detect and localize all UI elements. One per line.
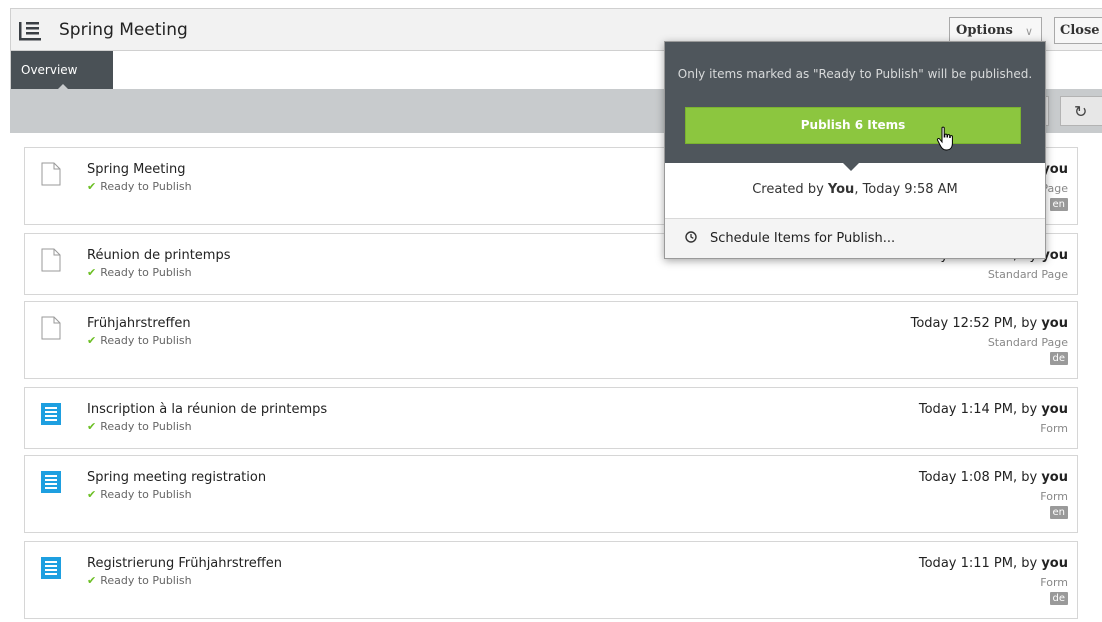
- checkmark-icon: ✔: [87, 266, 97, 279]
- item-modified-user: you: [1041, 316, 1068, 331]
- item-modified-time: Today 1:14 PM, by: [918, 402, 1042, 417]
- hand-pointer-cursor: [936, 126, 953, 151]
- popover-arrow: [843, 163, 859, 171]
- form-icon: [41, 471, 61, 493]
- item-status: ✔ Ready to Publish: [87, 334, 192, 347]
- list-item[interactable]: Registrierung Frühjahrstreffen ✔ Ready to …: [24, 541, 1078, 619]
- item-name: Spring meeting registration: [87, 470, 267, 485]
- page-title: Spring Meeting: [59, 20, 188, 40]
- item-name: Registrierung Frühjahrstreffen: [87, 556, 282, 571]
- form-icon: [41, 557, 61, 579]
- close-button[interactable]: Close: [1054, 17, 1102, 44]
- item-type: Standard Page: [987, 268, 1068, 281]
- item-modified: Today 1:11 PM, by you: [919, 556, 1068, 571]
- item-modified: Today 12:52 PM, by you: [911, 316, 1068, 331]
- item-status-label: Ready to Publish: [100, 420, 192, 433]
- created-by-text: Created by You, Today 9:58 AM: [665, 182, 1045, 197]
- list-item[interactable]: Inscription à la réunion de printemps ✔ Re…: [24, 387, 1078, 449]
- item-status: ✔ Ready to Publish: [87, 180, 192, 193]
- publish-popover: Only items marked as "Ready to Publish" …: [664, 41, 1046, 259]
- item-type: Form: [1040, 422, 1068, 435]
- item-status-label: Ready to Publish: [100, 488, 192, 501]
- page-icon: [41, 162, 61, 186]
- tab-overview[interactable]: Overview: [11, 51, 113, 90]
- created-user: You: [827, 182, 855, 197]
- item-status-label: Ready to Publish: [100, 334, 192, 347]
- page-icon: [41, 316, 61, 340]
- item-status: ✔ Ready to Publish: [87, 266, 192, 279]
- checkmark-icon: ✔: [87, 574, 97, 587]
- item-name: Spring Meeting: [87, 162, 186, 177]
- refresh-button[interactable]: ↻: [1060, 96, 1102, 126]
- language-badge: en: [1049, 198, 1068, 211]
- item-type: Form: [1040, 576, 1068, 589]
- checkmark-icon: ✔: [87, 488, 97, 501]
- tab-overview-label: Overview: [21, 63, 78, 77]
- item-status-label: Ready to Publish: [100, 266, 192, 279]
- created-suffix: , Today 9:58 AM: [854, 182, 958, 197]
- item-status: ✔ Ready to Publish: [87, 574, 192, 587]
- options-button-label: Options: [956, 23, 1013, 38]
- checkmark-icon: ✔: [87, 180, 97, 193]
- item-name: Inscription à la réunion de printemps: [87, 402, 328, 417]
- item-modified: Today 1:08 PM, by you: [919, 470, 1068, 485]
- refresh-icon: ↻: [1074, 102, 1088, 121]
- created-prefix: Created by: [752, 182, 828, 197]
- item-name: Réunion de printemps: [87, 248, 231, 263]
- list-item[interactable]: Frühjahrstreffen ✔ Ready to Publish Today 1…: [24, 301, 1078, 379]
- item-modified-user: you: [1041, 556, 1068, 571]
- item-modified-time: Today 1:08 PM, by: [918, 470, 1042, 485]
- checkmark-icon: ✔: [87, 420, 97, 433]
- options-button[interactable]: Options ∨: [949, 17, 1042, 44]
- clock-icon: [685, 231, 697, 243]
- publish-popover-header: Only items marked as "Ready to Publish" …: [665, 42, 1045, 163]
- project-list-icon: [19, 22, 41, 41]
- item-status-label: Ready to Publish: [100, 574, 192, 587]
- publish-info-message: Only items marked as "Ready to Publish" …: [677, 67, 1033, 81]
- item-modified: Today 1:14 PM, by you: [919, 402, 1068, 417]
- checkmark-icon: ✔: [87, 334, 97, 347]
- form-icon: [41, 403, 61, 425]
- item-name: Frühjahrstreffen: [87, 316, 191, 331]
- schedule-items-menu-item[interactable]: Schedule Items for Publish...: [665, 219, 1045, 258]
- item-modified-user: you: [1041, 402, 1068, 417]
- item-status: ✔ Ready to Publish: [87, 420, 192, 433]
- language-badge: en: [1049, 506, 1068, 519]
- item-modified-time: Today 12:52 PM, by: [910, 316, 1042, 331]
- item-type: Standard Page: [987, 336, 1068, 349]
- item-status: ✔ Ready to Publish: [87, 488, 192, 501]
- language-badge: de: [1049, 592, 1068, 605]
- publish-items-button[interactable]: Publish 6 Items: [685, 107, 1021, 144]
- item-status-label: Ready to Publish: [100, 180, 192, 193]
- list-item[interactable]: Spring meeting registration ✔ Ready to Pub…: [24, 455, 1078, 533]
- item-type: Form: [1040, 490, 1068, 503]
- page-icon: [41, 248, 61, 272]
- schedule-items-label: Schedule Items for Publish...: [710, 231, 896, 246]
- item-modified-time: Today 1:11 PM, by: [918, 556, 1042, 571]
- item-modified-user: you: [1041, 470, 1068, 485]
- language-badge: de: [1049, 352, 1068, 365]
